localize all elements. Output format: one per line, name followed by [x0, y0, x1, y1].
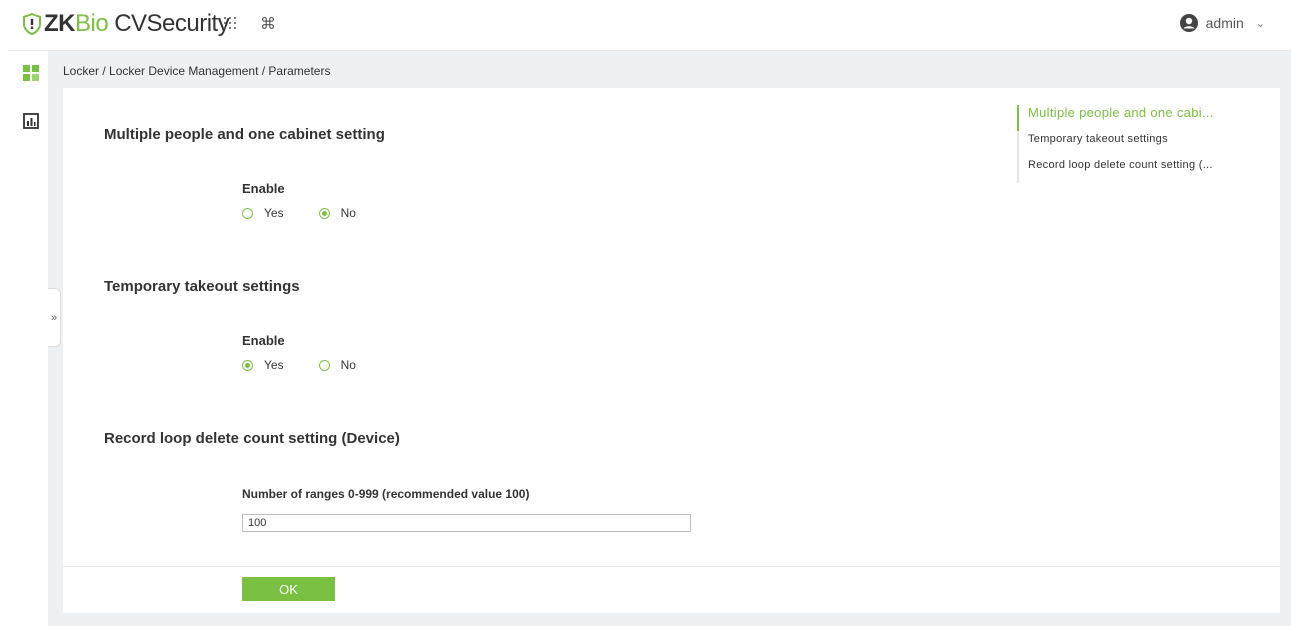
grid-dots-icon-svg: [224, 17, 236, 29]
modules-grid-icon[interactable]: [23, 65, 39, 81]
user-circle-icon: [1179, 14, 1198, 32]
radio-option-no[interactable]: No: [318, 358, 356, 372]
main-content: Locker / Locker Device Management / Para…: [48, 51, 1291, 626]
radio-option-yes[interactable]: Yes: [242, 358, 284, 372]
anchor-link-multiple-people[interactable]: Multiple people and one cabi...: [1019, 105, 1269, 131]
section-title-record-loop-delete: Record loop delete count setting (Device…: [104, 430, 400, 447]
radio-button[interactable]: [242, 207, 253, 219]
radio-option-yes[interactable]: Yes: [242, 206, 284, 220]
radio-label: No: [340, 358, 356, 372]
record-count-input[interactable]: [242, 514, 691, 532]
side-rail: [8, 51, 48, 626]
section-title-multiple-people: Multiple people and one cabinet setting: [104, 126, 385, 143]
radio-button-checked[interactable]: [318, 207, 330, 219]
logo-text: ZKBio CVSecurity: [44, 10, 230, 37]
section-title-temporary-takeout: Temporary takeout settings: [104, 278, 300, 295]
anchor-link-temporary-takeout[interactable]: Temporary takeout settings: [1019, 131, 1269, 157]
report-chart-icon-svg: [23, 113, 39, 129]
anchor-active-indicator: [1017, 105, 1019, 131]
anchor-link-record-loop-delete[interactable]: Record loop delete count setting (...: [1019, 157, 1269, 183]
report-chart-icon[interactable]: [23, 113, 39, 129]
radio-button[interactable]: [318, 359, 330, 371]
ok-button[interactable]: OK: [242, 577, 335, 601]
breadcrumb: Locker / Locker Device Management / Para…: [63, 64, 331, 78]
divider: [63, 566, 1280, 567]
user-name: admin: [1205, 15, 1244, 31]
radio-button-checked[interactable]: [242, 359, 253, 371]
radio-group-temporary-takeout: Yes No: [242, 358, 391, 372]
user-menu[interactable]: admin ⌄: [1179, 14, 1265, 32]
logo[interactable]: ZKBio CVSecurity: [22, 10, 230, 38]
parameters-panel: Multiple people and one cabinet setting …: [63, 88, 1280, 613]
command-icon[interactable]: ⌘: [259, 16, 277, 34]
radio-option-no[interactable]: No: [318, 206, 356, 220]
field-label-number-of-ranges: Number of ranges 0-999 (recommended valu…: [242, 487, 530, 501]
anchor-nav: Multiple people and one cabi... Temporar…: [1017, 105, 1269, 183]
field-label-enable-multiple: Enable: [242, 181, 285, 196]
radio-group-multiple-people: Yes No: [242, 206, 391, 220]
expand-sidebar-toggle[interactable]: »: [48, 288, 61, 347]
grid-dots-icon[interactable]: [221, 16, 239, 34]
chevron-down-icon: ⌄: [1255, 17, 1265, 30]
radio-label: No: [340, 206, 356, 220]
modules-grid-icon-svg: [23, 65, 39, 81]
shield-logo-icon: [23, 13, 41, 35]
field-label-enable-temporary: Enable: [242, 333, 285, 348]
radio-label: Yes: [264, 206, 284, 220]
app-window: ZKBio CVSecurity ⌘ admin ⌄ Locker / Lock…: [0, 0, 1291, 626]
radio-label: Yes: [264, 358, 284, 372]
top-header: ZKBio CVSecurity ⌘ admin ⌄: [8, 0, 1291, 51]
